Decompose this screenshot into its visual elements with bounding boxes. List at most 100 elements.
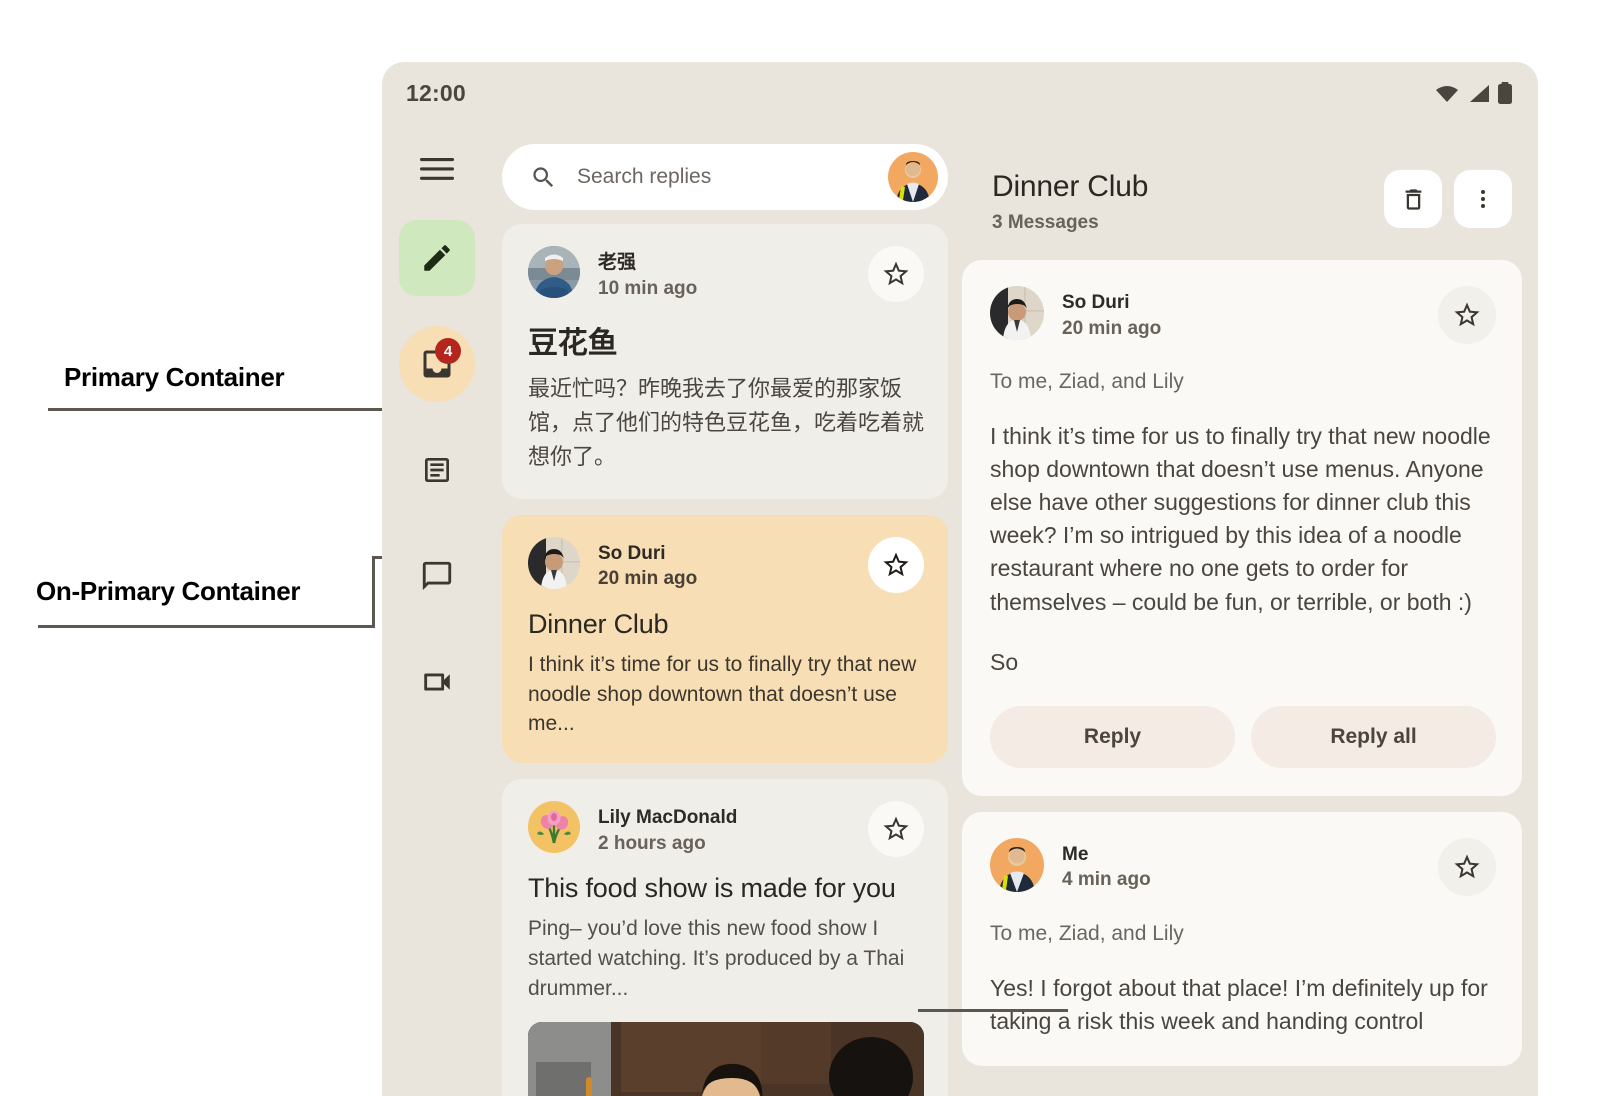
star-outline-icon <box>883 261 909 286</box>
sender-avatar-image <box>990 837 1044 892</box>
inbox-badge-count: 4 <box>435 338 461 364</box>
detail-message-time: 4 min ago <box>1062 869 1151 891</box>
detail-message-recipients: To me, Ziad, and Lily <box>990 370 1184 393</box>
page-title: Dinner Club <box>992 170 1149 203</box>
detail-message-meta: So Duri 20 min ago <box>1062 286 1420 342</box>
list-item-preview: 最近忙吗？昨晚我去了你最爱的那家饭馆，点了他们的特色豆花鱼，吃着吃着就想你了。 <box>528 376 925 470</box>
pencil-compose-icon <box>424 245 450 271</box>
detail-message-body: I think it’s time for us to finally try … <box>990 423 1491 615</box>
sender-avatar-image <box>528 801 580 854</box>
detail-message-recipients: To me, Ziad, and Lily <box>990 921 1184 945</box>
detail-message: Me 4 min ago To me, Ziad, and Lily Yes! … <box>962 811 1522 1066</box>
list-item-time: 10 min ago <box>598 277 698 299</box>
avatar <box>528 536 580 589</box>
list-item-time: 20 min ago <box>598 568 698 590</box>
list-item-sender: 老强 <box>598 252 637 273</box>
cooking-show-photo <box>528 1021 924 1096</box>
sender-avatar-image <box>528 246 580 298</box>
list-item-meta: 老强 10 min ago <box>598 246 850 302</box>
trash-delete-icon <box>1405 188 1421 210</box>
star-button[interactable] <box>868 246 924 302</box>
sidebar-item-articles[interactable] <box>399 432 475 508</box>
search-icon <box>533 166 554 187</box>
leader-line-onprimary-vertical <box>372 556 375 628</box>
avatar-account[interactable] <box>888 152 938 202</box>
cellular-signal-icon <box>1470 85 1489 102</box>
list-item-meta: So Duri 20 min ago <box>598 537 850 593</box>
search-bar[interactable]: Search replies <box>502 144 948 210</box>
leader-line-bottom-pointer <box>918 1009 1068 1012</box>
status-bar-time: 12:00 <box>406 79 466 106</box>
star-button[interactable] <box>1438 837 1496 896</box>
star-button[interactable] <box>1438 286 1496 344</box>
list-item-time: 2 hours ago <box>598 832 706 854</box>
message-list-pane: Search replies 老强 10 min ago 豆花鱼 最近忙吗？昨晚… <box>492 124 962 1096</box>
avatar <box>528 801 580 854</box>
detail-message-time: 20 min ago <box>1062 317 1162 339</box>
list-item-title: Dinner Club <box>528 608 669 639</box>
status-bar: 12:00 <box>382 62 1538 124</box>
status-bar-icons <box>1434 82 1512 104</box>
delete-button[interactable] <box>1384 170 1442 228</box>
sender-avatar-image <box>990 286 1044 340</box>
detail-message-signature: So <box>990 648 1019 675</box>
detail-reply-actions: Reply Reply all <box>990 705 1496 768</box>
navigation-rail: 4 <box>382 124 492 1096</box>
detail-message: So Duri 20 min ago To me, Ziad, and Lily… <box>962 260 1522 796</box>
list-item-title: This food show is made for you <box>528 873 896 904</box>
list-item-sender: So Duri <box>598 542 666 564</box>
detail-message-header: So Duri 20 min ago <box>990 286 1496 344</box>
sender-avatar-image <box>528 536 580 589</box>
more-vertical-icon <box>1481 190 1485 208</box>
sidebar-item-chat[interactable] <box>399 538 475 614</box>
battery-icon <box>1498 82 1512 104</box>
hamburger-menu-button[interactable] <box>410 142 464 196</box>
list-item-title: 豆花鱼 <box>528 327 618 361</box>
detail-message-count: 3 Messages <box>992 212 1099 233</box>
list-item-sender: Lily MacDonald <box>598 807 738 829</box>
star-outline-icon <box>883 552 909 576</box>
detail-message-sender: So Duri <box>1062 292 1130 313</box>
annotation-label-on-primary-container: On-Primary Container <box>36 576 301 606</box>
sidebar-item-inbox[interactable]: 4 <box>399 326 475 402</box>
list-item-header: 老强 10 min ago <box>528 246 924 302</box>
user-account-avatar <box>888 152 938 202</box>
list-item-header: Lily MacDonald 2 hours ago <box>528 801 924 858</box>
detail-header: Dinner Club 3 Messages <box>962 136 1522 260</box>
leader-line-primary-horizontal-1 <box>48 408 384 411</box>
hamburger-menu-icon <box>420 158 454 180</box>
star-outline-icon <box>1454 302 1480 327</box>
avatar <box>990 286 1044 340</box>
compose-fab-button[interactable] <box>399 220 475 296</box>
annotation-label-primary-container: Primary Container <box>64 362 285 392</box>
detail-header-actions <box>1384 170 1512 228</box>
video-camera-icon <box>424 673 450 691</box>
screenshot-root: Primary Container On-Primary Container 1… <box>0 0 1600 1096</box>
device-frame: 12:00 4 Search replies 老强 10 min ago 豆花鱼… <box>382 62 1538 1096</box>
wifi-icon <box>1436 86 1458 102</box>
detail-message-sender: Me <box>1062 843 1089 865</box>
more-options-button[interactable] <box>1454 170 1512 228</box>
article-icon <box>425 458 449 482</box>
star-outline-icon <box>883 816 909 841</box>
star-outline-icon <box>1454 854 1480 878</box>
detail-message-header: Me 4 min ago <box>990 837 1496 896</box>
reply-button[interactable]: Reply <box>990 705 1235 768</box>
avatar <box>528 246 580 298</box>
list-item-preview: I think it’s time for us to finally try … <box>528 652 917 736</box>
list-item[interactable]: Lily MacDonald 2 hours ago This food sho… <box>502 779 948 1096</box>
detail-header-titles: Dinner Club 3 Messages <box>992 170 1148 234</box>
search-input[interactable]: Search replies <box>577 165 868 189</box>
star-button[interactable] <box>868 801 924 858</box>
sidebar-item-video[interactable] <box>399 644 475 720</box>
list-item-attachment-image <box>528 1021 924 1096</box>
list-item[interactable]: 老强 10 min ago 豆花鱼 最近忙吗？昨晚我去了你最爱的那家饭馆，点了他… <box>502 224 948 499</box>
reply-all-button[interactable]: Reply all <box>1251 705 1496 768</box>
leader-line-onprimary-horizontal-bottom <box>38 625 374 628</box>
detail-message-meta: Me 4 min ago <box>1062 838 1420 894</box>
avatar <box>990 837 1044 892</box>
star-button[interactable] <box>868 536 924 593</box>
list-item-selected[interactable]: So Duri 20 min ago Dinner Club I think i… <box>502 514 948 764</box>
list-item-preview: Ping– you’d love this new food show I st… <box>528 917 905 1001</box>
detail-message-body: Yes! I forgot about that place! I’m defi… <box>990 974 1488 1034</box>
